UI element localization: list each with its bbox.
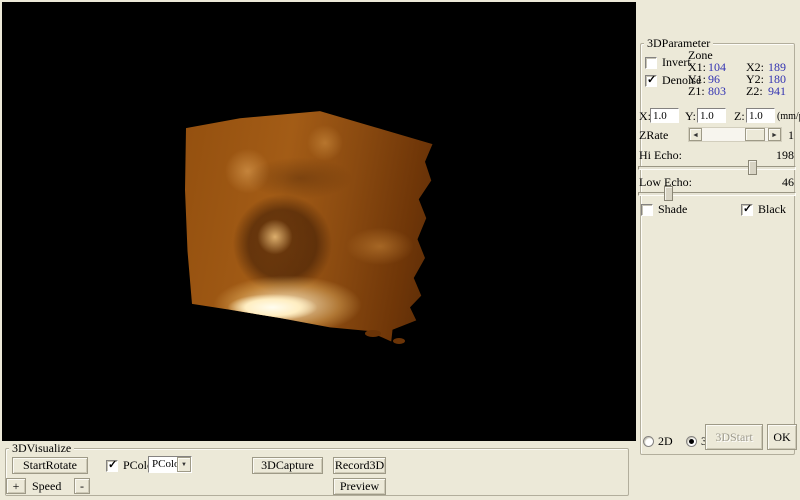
speed-minus-button[interactable]: - xyxy=(74,478,90,494)
zrate-label: ZRate xyxy=(639,129,668,142)
speed-label: Speed xyxy=(32,480,61,493)
app-window: 3DParameter Invert Denoise Zone X1: 104 … xyxy=(0,0,800,500)
parameter-panel: 3DParameter Invert Denoise Zone X1: 104 … xyxy=(636,0,800,500)
hi-echo-label: Hi Echo: xyxy=(639,149,682,162)
mode-2d-radio[interactable] xyxy=(643,436,654,447)
ok-button[interactable]: OK xyxy=(767,424,797,450)
zrate-thumb[interactable] xyxy=(745,128,765,141)
record-button[interactable]: Record3D xyxy=(333,457,386,474)
capture-button[interactable]: 3DCapture xyxy=(252,457,323,474)
shade-label: Shade xyxy=(658,203,687,216)
invert-checkbox[interactable] xyxy=(645,57,657,69)
visualize-group-title: 3DVisualize xyxy=(9,442,74,454)
zrate-scrollbar[interactable]: ◄ ► xyxy=(688,127,782,142)
scale-y-label: Y: xyxy=(685,110,696,123)
low-echo-slider-thumb[interactable] xyxy=(664,186,673,201)
invert-label: Invert xyxy=(662,56,691,69)
black-checkbox[interactable] xyxy=(741,204,753,216)
hi-echo-value: 198 xyxy=(756,149,794,162)
zone-z1-label: Z1: xyxy=(688,85,705,98)
preview-button[interactable]: Preview xyxy=(333,478,386,495)
hi-echo-slider-track[interactable] xyxy=(638,166,796,170)
hi-echo-slider-thumb[interactable] xyxy=(748,160,757,175)
mode-2d-label: 2D xyxy=(658,435,673,448)
black-label: Black xyxy=(758,203,786,216)
zrate-right-arrow-icon[interactable]: ► xyxy=(768,128,781,141)
volume-fragment xyxy=(365,330,381,337)
scale-z-label: Z: xyxy=(734,110,745,123)
zrate-value: 1 xyxy=(788,129,794,142)
volume-fragment xyxy=(393,338,405,344)
zone-z2-label: Z2: xyxy=(746,85,763,98)
scale-y-input[interactable] xyxy=(697,108,726,123)
mode-3d-radio[interactable] xyxy=(686,436,697,447)
zrate-left-arrow-icon[interactable]: ◄ xyxy=(689,128,702,141)
shade-checkbox[interactable] xyxy=(641,204,653,216)
3dstart-button[interactable]: 3DStart xyxy=(705,424,763,450)
visualize-bar: 3DVisualize StartRotate + Speed - PColor… xyxy=(2,441,636,498)
scale-unit-label: (mm/p) xyxy=(777,110,800,123)
speed-plus-button[interactable]: + xyxy=(6,478,26,494)
pcolor-dropdown[interactable]: PColor ▼ xyxy=(148,456,192,473)
zone-z2-value: 941 xyxy=(768,85,796,98)
denoise-checkbox[interactable] xyxy=(645,75,657,87)
render-viewport[interactable] xyxy=(2,2,636,441)
low-echo-slider-track[interactable] xyxy=(638,192,796,196)
zone-z1-value: 803 xyxy=(708,85,736,98)
chevron-down-icon[interactable]: ▼ xyxy=(177,457,191,472)
pcolor-checkbox[interactable] xyxy=(106,460,118,472)
low-echo-value: 46 xyxy=(756,176,794,189)
scale-z-input[interactable] xyxy=(746,108,775,123)
ultrasound-volume-render xyxy=(185,110,435,345)
parameter-groupbox xyxy=(640,43,795,455)
start-rotate-button[interactable]: StartRotate xyxy=(12,457,88,474)
scale-x-input[interactable] xyxy=(650,108,679,123)
